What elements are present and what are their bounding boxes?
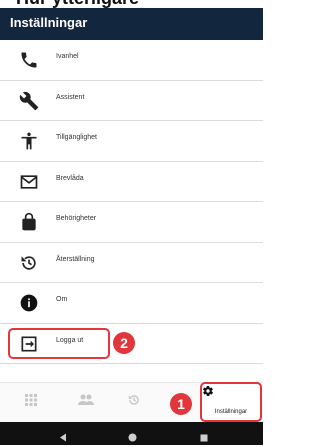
system-nav-bar xyxy=(0,422,263,445)
menu-item-label: Brevlåda xyxy=(56,174,84,182)
menu-item-assistent[interactable]: Assistent xyxy=(0,81,263,121)
bottom-nav: Inställningar 1 xyxy=(0,382,263,423)
menu-item-label: Behörigheter xyxy=(56,215,97,222)
logout-icon xyxy=(19,334,39,354)
nav-item-installningar[interactable]: Inställningar xyxy=(200,382,262,422)
restore-icon xyxy=(19,253,39,273)
app-header: Inställningar xyxy=(0,8,263,40)
step-badge: 1 xyxy=(170,393,192,415)
menu-item-label: Logga ut xyxy=(56,336,84,344)
phone-icon xyxy=(19,50,39,70)
menu-item-label: Om xyxy=(56,296,68,303)
page-heading-text: Hur ytterligare xyxy=(16,0,139,8)
nav-item-history[interactable] xyxy=(127,383,147,423)
lock-icon xyxy=(19,212,39,232)
settings-list: Ivanhel Assistent Tillgänglighet Brevlåd… xyxy=(0,40,263,364)
history-icon xyxy=(127,393,141,407)
wrench-icon xyxy=(19,91,39,111)
accessibility-icon xyxy=(19,131,39,151)
grid-icon xyxy=(24,393,38,407)
recents-icon[interactable] xyxy=(200,429,208,447)
page-heading: Hur ytterligare xyxy=(0,0,263,8)
menu-item-aterstallning[interactable]: Återställning xyxy=(0,243,263,283)
menu-item-label: Tillgänglighet xyxy=(56,134,97,141)
menu-item-om[interactable]: Om xyxy=(0,283,263,324)
nav-item-people[interactable] xyxy=(78,383,98,423)
menu-item-label: Återställning xyxy=(56,255,95,263)
gear-icon xyxy=(202,384,214,401)
people-icon xyxy=(78,393,94,407)
info-icon xyxy=(19,293,39,313)
back-icon[interactable] xyxy=(59,429,67,447)
menu-item-tillganglighet[interactable]: Tillgänglighet xyxy=(0,121,263,162)
nav-item-grid[interactable] xyxy=(24,383,44,423)
page-title: Inställningar xyxy=(10,15,88,30)
menu-item-behorigheter[interactable]: Behörigheter xyxy=(0,202,263,243)
menu-item-ivanhel[interactable]: Ivanhel xyxy=(0,40,263,81)
mail-icon xyxy=(19,172,39,192)
menu-item-label: Ivanhel xyxy=(56,53,79,60)
step-badge: 2 xyxy=(113,331,135,354)
home-icon[interactable] xyxy=(128,429,137,447)
menu-item-label: Assistent xyxy=(56,93,85,101)
menu-item-brevlada[interactable]: Brevlåda xyxy=(0,162,263,202)
menu-item-logga-ut[interactable]: Logga ut 2 xyxy=(0,324,263,364)
nav-item-label: Inställningar xyxy=(214,409,248,415)
